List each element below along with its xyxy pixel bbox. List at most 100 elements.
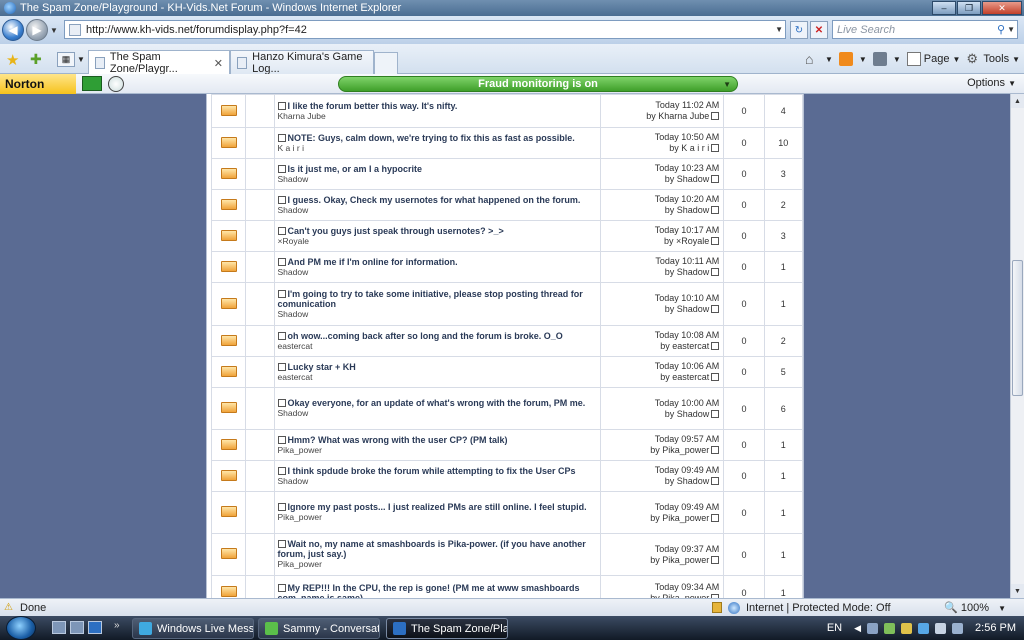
switch-windows-icon[interactable]	[70, 621, 84, 634]
clock[interactable]: 2:56 PM	[975, 622, 1016, 634]
add-favorites-icon[interactable]: ✚	[30, 51, 42, 68]
address-field[interactable]: http://www.kh-vids.net/forumdisplay.php?…	[64, 20, 786, 39]
ie-quicklaunch-icon[interactable]	[88, 621, 102, 634]
thread-author[interactable]: Pika_power	[278, 445, 598, 456]
thread-row[interactable]: My REP!!! In the CPU, the rep is gone! (…	[210, 575, 804, 599]
start-button[interactable]	[6, 616, 36, 640]
thread-author[interactable]: Shadow	[278, 476, 598, 487]
stop-button[interactable]: ✕	[810, 21, 828, 39]
tab-game-log[interactable]: Hanzo Kimura's Game Log...	[230, 50, 374, 75]
replies-count[interactable]: 0	[723, 429, 765, 461]
thread-title-link[interactable]: NOTE: Guys, calm down, we're trying to f…	[288, 133, 575, 143]
go-to-last-post-icon[interactable]	[711, 268, 720, 276]
thread-title-link[interactable]: oh wow...coming back after so long and t…	[288, 331, 563, 341]
battery-icon[interactable]	[935, 622, 947, 634]
thread-author[interactable]: Shadow	[278, 267, 598, 278]
home-button[interactable]: ⌂ ▼	[805, 52, 833, 66]
language-indicator[interactable]: EN	[827, 622, 842, 634]
go-to-last-post-icon[interactable]	[711, 555, 720, 564]
last-post-by[interactable]: by ×Royale	[664, 236, 709, 246]
thread-author[interactable]: Pika_power	[278, 512, 598, 523]
replies-count[interactable]: 0	[723, 387, 765, 430]
thread-title-link[interactable]: Ignore my past posts... I just realized …	[288, 502, 587, 512]
thread-row[interactable]: I think spdude broke the forum while att…	[210, 460, 804, 492]
replies-count[interactable]: 0	[723, 189, 765, 221]
thread-author[interactable]: Shadow	[278, 174, 598, 185]
maximize-button[interactable]: ❐	[957, 1, 981, 15]
go-to-last-post-icon[interactable]	[711, 112, 720, 120]
norton-options-button[interactable]: Options ▼	[967, 77, 1016, 89]
go-to-last-post-icon[interactable]	[711, 342, 720, 350]
search-input[interactable]: Live Search ⚲ ▼	[832, 20, 1018, 39]
thread-row[interactable]: Can't you guys just speak through userno…	[210, 220, 804, 252]
thread-row[interactable]: Okay everyone, for an update of what's w…	[210, 387, 804, 430]
thread-title-link[interactable]: I'm going to try to take some initiative…	[278, 289, 583, 309]
taskbar-button[interactable]: Sammy - Conversati...	[258, 618, 380, 639]
show-desktop-icon[interactable]	[52, 621, 66, 634]
tray-expand-icon[interactable]: ◀	[854, 623, 861, 634]
last-post-by[interactable]: by Kharna Jube	[646, 111, 709, 121]
replies-count[interactable]: 0	[723, 575, 765, 598]
forward-button[interactable]: ▶	[26, 19, 48, 41]
thread-row[interactable]: Is it just me, or am I a hypocrite Shado…	[210, 158, 804, 190]
last-post-by[interactable]: by K a i r i	[669, 143, 709, 153]
last-post-by[interactable]: by eastercat	[660, 341, 709, 351]
replies-count[interactable]: 0	[723, 282, 765, 326]
tab-spam-zone[interactable]: The Spam Zone/Playgr... ✕	[88, 50, 230, 75]
last-post-by[interactable]: by Shadow	[665, 304, 710, 314]
go-to-last-post-icon[interactable]	[711, 373, 720, 381]
minimize-button[interactable]: –	[932, 1, 956, 15]
thread-title-link[interactable]: I guess. Okay, Check my usernotes for wh…	[288, 195, 581, 205]
thread-author[interactable]: Kharna Jube	[278, 111, 598, 122]
thread-author[interactable]: Shadow	[278, 309, 598, 320]
thread-row[interactable]: Wait no, my name at smashboards is Pika-…	[210, 533, 804, 576]
network-icon[interactable]	[867, 622, 879, 634]
replies-count[interactable]: 0	[723, 460, 765, 492]
thread-title-link[interactable]: Is it just me, or am I a hypocrite	[288, 164, 423, 174]
signal-icon[interactable]	[884, 622, 896, 634]
go-to-last-post-icon[interactable]	[711, 477, 720, 485]
thread-title-link[interactable]: I think spdude broke the forum while att…	[288, 466, 576, 476]
scroll-thumb[interactable]	[1012, 260, 1023, 396]
thread-title-link[interactable]: Hmm? What was wrong with the user CP? (P…	[288, 435, 508, 445]
replies-count[interactable]: 0	[723, 491, 765, 534]
last-post-by[interactable]: by eastercat	[660, 372, 709, 382]
feeds-button[interactable]: ▼	[838, 52, 867, 66]
go-to-last-post-icon[interactable]	[711, 305, 720, 313]
print-button[interactable]: ▼	[872, 52, 901, 66]
last-post-by[interactable]: by Shadow	[665, 174, 710, 184]
last-post-by[interactable]: by Shadow	[665, 205, 710, 215]
back-button[interactable]: ◀	[2, 19, 24, 41]
thread-title-link[interactable]: I like the forum better this way. It's n…	[288, 101, 458, 111]
thread-title-link[interactable]: Lucky star + KH	[288, 362, 356, 372]
scroll-up-arrow[interactable]: ▲	[1011, 94, 1024, 108]
thread-row[interactable]: Lucky star + KH eastercat Today 10:06 AM…	[210, 356, 804, 388]
scroll-down-arrow[interactable]: ▼	[1011, 584, 1024, 598]
replies-count[interactable]: 0	[723, 220, 765, 252]
norton-globe-icon[interactable]	[108, 76, 124, 92]
last-post-by[interactable]: by Pika_power	[650, 445, 709, 455]
taskbar-button[interactable]: The Spam Zone/Pla...	[386, 618, 508, 639]
replies-count[interactable]: 0	[723, 325, 765, 357]
norton-tray-icon[interactable]	[901, 622, 913, 634]
favorites-star-icon[interactable]: ★	[6, 51, 19, 69]
page-menu[interactable]: Page ▼	[906, 52, 960, 66]
new-tab-button[interactable]	[374, 52, 398, 74]
thread-row[interactable]: Ignore my past posts... I just realized …	[210, 491, 804, 534]
thread-author[interactable]: eastercat	[278, 341, 598, 352]
last-post-by[interactable]: by Shadow	[665, 267, 710, 277]
replies-count[interactable]: 0	[723, 158, 765, 190]
replies-count[interactable]: 0	[723, 251, 765, 283]
thread-title-link[interactable]: My REP!!! In the CPU, the rep is gone! (…	[278, 583, 580, 599]
search-options-dropdown[interactable]: ▼	[1007, 25, 1015, 34]
thread-title-link[interactable]: Can't you guys just speak through userno…	[288, 226, 504, 236]
thread-row[interactable]: I guess. Okay, Check my usernotes for wh…	[210, 189, 804, 221]
thread-author[interactable]: K a i r i	[278, 143, 598, 154]
window-title-bar[interactable]: The Spam Zone/Playground - KH-Vids.Net F…	[0, 0, 1024, 16]
thread-author[interactable]: Pika_power	[278, 559, 598, 570]
recent-pages-dropdown[interactable]: ▼	[50, 26, 60, 35]
thread-author[interactable]: eastercat	[278, 372, 598, 383]
go-to-last-post-icon[interactable]	[711, 144, 720, 152]
fraud-monitoring-status[interactable]: Fraud monitoring is on ▼	[338, 76, 738, 92]
tab-list-dropdown[interactable]: ▼	[77, 55, 85, 64]
